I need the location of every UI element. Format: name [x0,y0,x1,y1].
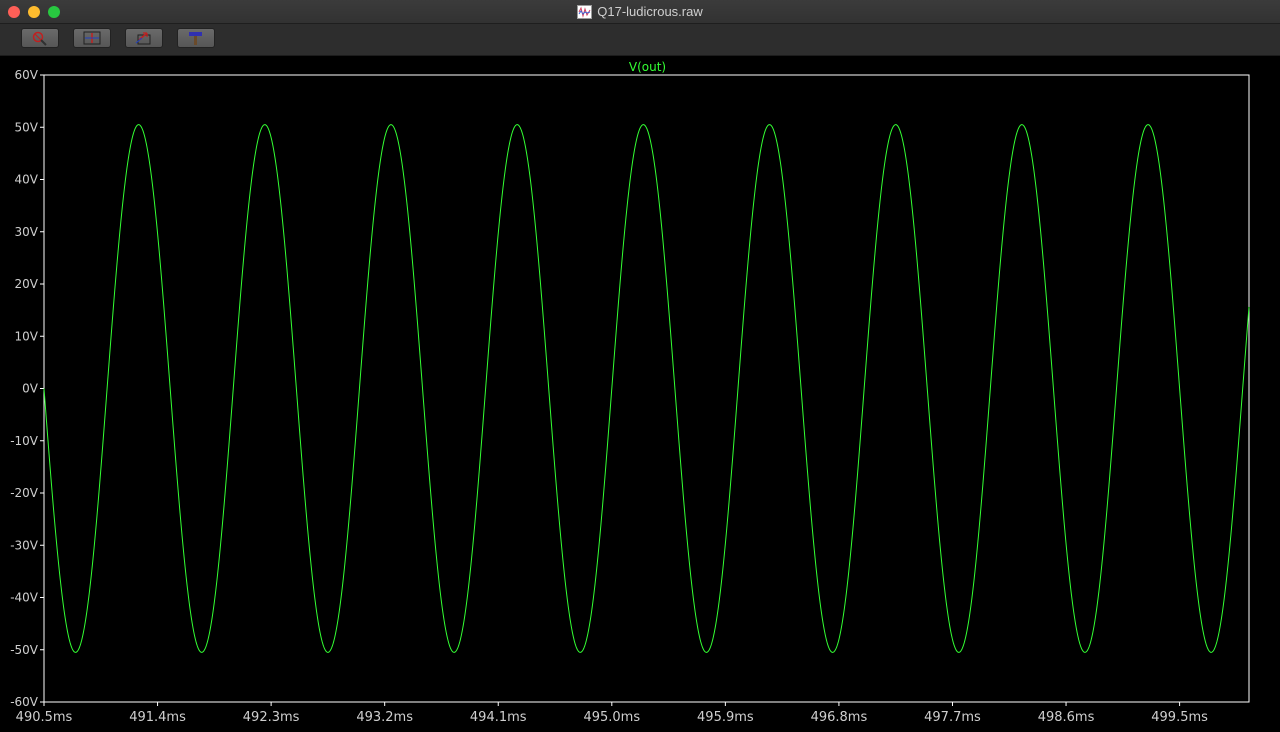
y-tick-label: 0V [22,382,39,396]
y-tick-label: 10V [15,329,39,343]
x-tick-label: 496.8ms [811,710,868,725]
x-tick-label: 497.7ms [924,710,981,725]
y-tick-label: -30V [10,538,39,552]
title-bar: Q17-ludicrous.raw [0,0,1280,24]
zoom-back-button[interactable] [125,28,163,48]
zoom-full-extent-button[interactable] [73,28,111,48]
toolbar [0,24,1280,56]
trace-title-v-out[interactable]: V(out) [629,60,666,74]
x-axis: 490.5ms 491.4ms 492.3ms 493.2ms 494.1ms 495.0… [16,702,1208,725]
y-tick-label: 40V [15,173,39,187]
raw-file-icon [577,4,593,19]
trace-v-out [43,124,1250,653]
x-tick-label: 494.1ms [470,710,527,725]
autorange-button[interactable] [177,28,215,48]
y-tick-label: -60V [10,695,39,709]
zoom-tool-button[interactable] [21,28,59,48]
y-tick-label: -50V [10,643,39,657]
y-tick-label: -40V [10,591,39,605]
y-tick-label: 20V [15,277,39,291]
y-tick-label: 50V [15,120,39,134]
waveform-viewer-window: Q17-ludicrous.raw 60V 50V 40V 30V 20V 10… [0,0,1280,732]
waveform-plot[interactable]: 60V 50V 40V 30V 20V 10V 0V -10V -20V -30V -40V -50V… [0,56,1280,732]
zoom-extents-icon [83,31,101,45]
zoom-back-icon [135,32,151,45]
x-tick-label: 492.3ms [243,710,300,725]
y-tick-label: -20V [10,486,39,500]
y-tick-label: 30V [15,225,39,239]
x-tick-label: 491.4ms [129,710,186,725]
x-tick-label: 495.0ms [583,710,640,725]
maximize-window-button[interactable] [48,6,60,18]
magnifier-cross-icon [32,31,47,46]
window-title: Q17-ludicrous.raw [597,4,703,19]
x-tick-label: 498.6ms [1038,710,1095,725]
x-tick-label: 490.5ms [16,710,73,725]
minimize-window-button[interactable] [28,6,40,18]
x-tick-label: 499.5ms [1151,710,1208,725]
y-axis: 60V 50V 40V 30V 20V 10V 0V -10V -20V -30V -40V -50V… [10,68,44,709]
x-tick-label: 493.2ms [356,710,413,725]
plot-frame [43,74,1250,703]
y-tick-label: -10V [10,434,39,448]
y-tick-label: 60V [15,68,39,82]
close-window-button[interactable] [8,6,20,18]
x-tick-label: 495.9ms [697,710,754,725]
hammer-icon [189,32,202,45]
